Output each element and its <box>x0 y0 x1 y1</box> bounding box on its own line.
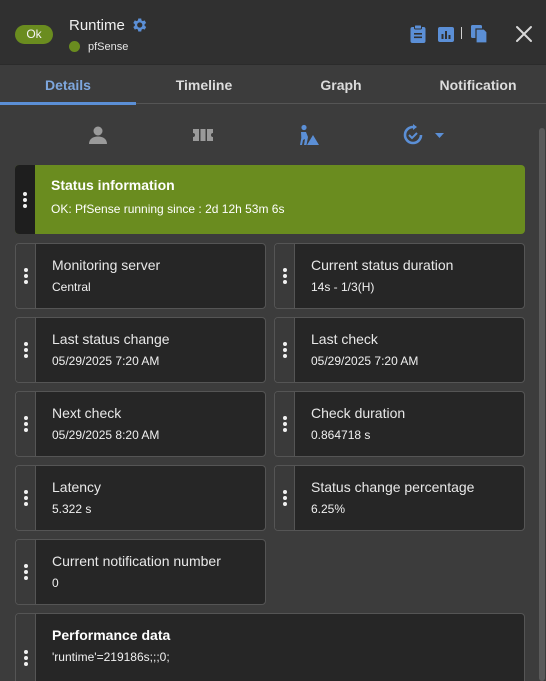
drag-handle[interactable] <box>16 466 36 530</box>
card-title: Last check <box>311 331 378 347</box>
bar-chart-icon[interactable] <box>437 24 455 44</box>
tab-timeline[interactable]: Timeline <box>136 65 272 105</box>
card-value: Central <box>52 280 91 294</box>
drag-handle[interactable] <box>16 392 36 456</box>
card-title: Status change percentage <box>311 479 475 495</box>
card-value: 0.864718 s <box>311 428 371 442</box>
drag-handle[interactable] <box>16 244 36 308</box>
card-title: Next check <box>52 405 122 421</box>
status-badge: Ok <box>15 25 53 44</box>
card-title: Current notification number <box>52 553 221 569</box>
drag-handle[interactable] <box>16 318 36 382</box>
card-value: 6.25% <box>311 502 346 516</box>
tab-bar: Details Timeline Graph Notification <box>0 64 546 105</box>
header-divider <box>461 27 462 39</box>
host-name[interactable]: pfSense <box>88 41 128 53</box>
drag-dots-icon <box>24 650 28 666</box>
latency-card: Latency 5.322 s <box>15 465 266 531</box>
status-information-card: Status information OK: PfSense running s… <box>15 165 525 234</box>
last-check-card: Last check 05/29/2025 7:20 AM <box>274 317 525 383</box>
user-icon[interactable] <box>88 124 108 146</box>
tab-graph[interactable]: Graph <box>272 65 410 105</box>
refresh-check-icon[interactable] <box>402 124 446 146</box>
active-tab-indicator <box>0 102 136 105</box>
performance-data-value: 'runtime'=219186s;;;0; <box>52 650 170 664</box>
card-title: Last status change <box>52 331 170 347</box>
card-value: 14s - 1/3(H) <box>311 280 375 294</box>
status-information-value: OK: PfSense running since : 2d 12h 53m 6… <box>51 202 285 216</box>
drag-dots-icon <box>24 342 28 358</box>
drag-dots-icon <box>24 564 28 580</box>
card-title: Latency <box>52 479 102 495</box>
card-title: Monitoring server <box>52 257 161 273</box>
next-check-card: Next check 05/29/2025 8:20 AM <box>15 391 266 457</box>
drag-dots-icon <box>23 191 27 208</box>
performance-data-card: Performance data 'runtime'=219186s;;;0; <box>15 613 525 681</box>
tab-notification[interactable]: Notification <box>410 65 546 105</box>
current-notification-number-card: Current notification number 0 <box>15 539 266 605</box>
card-value: 05/29/2025 7:20 AM <box>52 354 160 368</box>
resource-title[interactable]: Runtime <box>69 17 125 34</box>
performance-data-title: Performance data <box>52 627 171 643</box>
card-value: 05/29/2025 8:20 AM <box>52 428 160 442</box>
acknowledge-icon[interactable] <box>297 124 319 146</box>
drag-dots-icon <box>24 268 28 284</box>
drag-dots-icon <box>24 416 28 432</box>
drag-handle[interactable] <box>16 540 36 604</box>
close-icon[interactable] <box>515 25 533 43</box>
drag-handle[interactable] <box>15 165 35 234</box>
monitoring-server-card: Monitoring server Central <box>15 243 266 309</box>
card-title: Check duration <box>311 405 406 421</box>
scrollbar-thumb[interactable] <box>539 128 545 681</box>
copy-icon[interactable] <box>470 24 488 44</box>
drag-handle[interactable] <box>275 318 295 382</box>
panel-header: Ok Runtime pfSense <box>0 0 546 64</box>
drag-dots-icon <box>24 490 28 506</box>
drag-handle[interactable] <box>275 466 295 530</box>
card-value: 5.322 s <box>52 502 92 516</box>
check-duration-card: Check duration 0.864718 s <box>274 391 525 457</box>
drag-handle[interactable] <box>275 392 295 456</box>
current-status-duration-card: Current status duration 14s - 1/3(H) <box>274 243 525 309</box>
host-status-dot <box>69 41 80 52</box>
status-change-percentage-card: Status change percentage 6.25% <box>274 465 525 531</box>
gear-icon[interactable] <box>130 16 148 34</box>
drag-dots-icon <box>283 490 287 506</box>
drag-dots-icon <box>283 268 287 284</box>
tab-details[interactable]: Details <box>0 65 136 105</box>
card-value: 05/29/2025 7:20 AM <box>311 354 419 368</box>
card-title: Current status duration <box>311 257 454 273</box>
drag-dots-icon <box>283 342 287 358</box>
ticket-icon[interactable] <box>192 124 214 146</box>
drag-dots-icon <box>283 416 287 432</box>
drag-handle[interactable] <box>275 244 295 308</box>
card-value: 0 <box>52 576 59 590</box>
drag-handle[interactable] <box>16 614 36 681</box>
clipboard-icon[interactable] <box>409 24 427 44</box>
last-status-change-card: Last status change 05/29/2025 7:20 AM <box>15 317 266 383</box>
status-information-title: Status information <box>51 177 175 193</box>
